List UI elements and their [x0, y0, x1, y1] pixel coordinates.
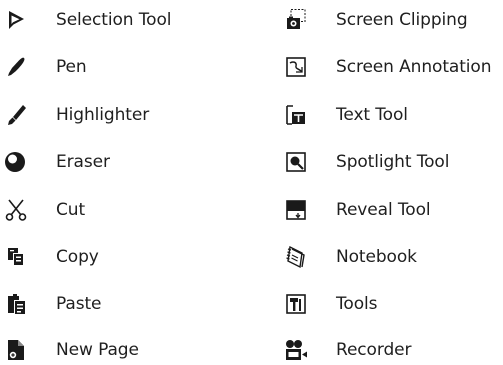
legend-item-screen-annotation: Screen Annotation [282, 52, 491, 82]
legend-item-eraser: Eraser [0, 147, 110, 177]
legend-label: New Page [56, 340, 139, 360]
legend-label: Selection Tool [56, 10, 172, 30]
legend-label: Pen [56, 57, 87, 77]
legend-label: Cut [56, 200, 86, 220]
legend-item-selection-tool: Selection Tool [0, 5, 171, 35]
legend-item-text-tool: Text Tool [282, 100, 408, 130]
legend-item-tools: Tools [282, 289, 377, 319]
text-tool-icon [284, 103, 308, 127]
legend-item-recorder: Recorder [282, 335, 411, 365]
new-page-icon [4, 338, 28, 362]
paste-icon [4, 292, 28, 316]
legend-item-copy: Copy [0, 242, 99, 272]
legend-label: Notebook [336, 247, 417, 267]
screen-annotation-icon [284, 55, 308, 79]
recorder-icon [284, 338, 308, 362]
legend-label: Highlighter [56, 105, 150, 125]
legend-label: Recorder [336, 340, 412, 360]
tool-icon-legend: Selection Tool Pen Highlighter Eraser Cu [0, 0, 503, 360]
notebook-icon [284, 245, 308, 269]
tools-icon [284, 292, 308, 316]
legend-label: Paste [56, 294, 102, 314]
legend-label: Eraser [56, 152, 110, 172]
eraser-icon [4, 150, 28, 174]
scissors-icon [4, 198, 28, 222]
legend-label: Screen Annotation [336, 57, 492, 77]
legend-label: Reveal Tool [336, 200, 431, 220]
legend-item-notebook: Notebook [282, 242, 417, 272]
legend-item-paste: Paste [0, 289, 101, 319]
pen-icon [4, 55, 28, 79]
spotlight-icon [284, 150, 308, 174]
legend-item-reveal-tool: Reveal Tool [282, 195, 431, 225]
legend-item-highlighter: Highlighter [0, 100, 149, 130]
legend-label: Text Tool [336, 105, 408, 125]
highlighter-icon [4, 103, 28, 127]
legend-label: Copy [56, 247, 99, 267]
legend-label: Screen Clipping [336, 10, 468, 30]
screen-clipping-icon [284, 8, 308, 32]
legend-item-screen-clipping: Screen Clipping [282, 5, 468, 35]
legend-label: Spotlight Tool [336, 152, 450, 172]
copy-icon [4, 245, 28, 269]
legend-item-pen: Pen [0, 52, 87, 82]
legend-item-cut: Cut [0, 195, 85, 225]
reveal-icon [284, 198, 308, 222]
selection-arrow-icon [4, 8, 28, 32]
legend-item-new-page: New Page [0, 335, 139, 365]
legend-item-spotlight-tool: Spotlight Tool [282, 147, 449, 177]
legend-label: Tools [336, 294, 378, 314]
